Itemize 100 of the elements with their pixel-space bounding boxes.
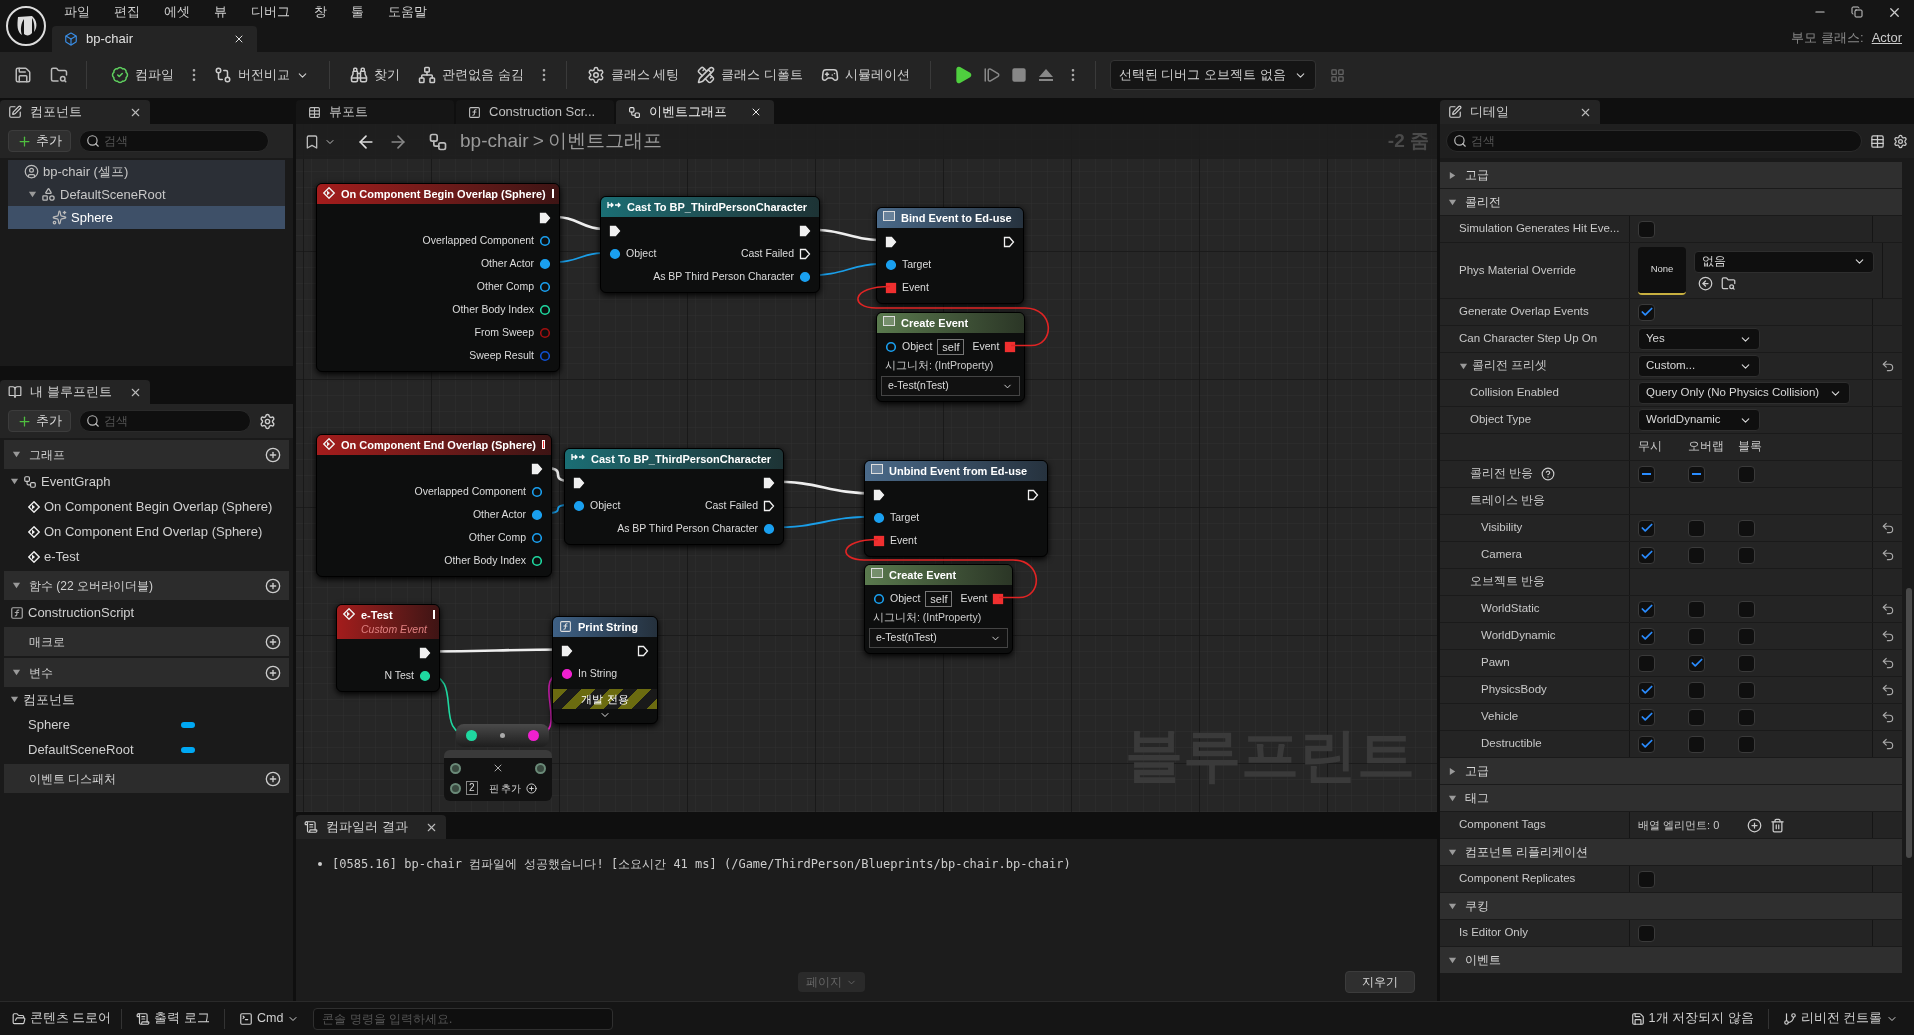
cmd-button[interactable]: Cmd (230, 1009, 308, 1028)
menu-item[interactable]: 뷰 (202, 2, 239, 22)
property-label: Collision Enabled (1470, 385, 1559, 401)
toolbar-button[interactable]: 클래스 세팅 (580, 59, 686, 91)
document-tab[interactable]: bp-chair (52, 26, 257, 52)
menu-item[interactable]: 디버그 (239, 2, 302, 22)
section-header[interactable]: 매크로 (4, 627, 289, 656)
pin-label: Target (902, 256, 932, 272)
panel-tab[interactable]: 디테일 (1440, 100, 1600, 124)
dropdown[interactable]: Query Only (No Physics Collision) (1638, 382, 1850, 404)
dropdown[interactable]: 없음 (1694, 250, 1874, 273)
make-array-node[interactable]: 2 핀 추가 (444, 750, 552, 801)
graph-node[interactable]: Unbind Event from Ed-use Target Event (864, 460, 1048, 557)
toolbar-button[interactable]: 관련없음 숨김 (412, 59, 530, 91)
category-header[interactable]: 고급 (1440, 758, 1902, 785)
index-field[interactable]: 2 (466, 781, 478, 795)
blueprint-item[interactable]: Sphere (4, 712, 289, 737)
revision-control-button[interactable]: 리비전 컨트롤 (1774, 1009, 1906, 1028)
pin-label: Other Comp (468, 529, 526, 545)
graph-node[interactable]: Create Event Object self Event 시그니처: (IntProperty) e-Test(nTest) (876, 312, 1025, 402)
console-field[interactable]: 콘솔 명령을 입력하세요. (313, 1007, 614, 1030)
menu-item[interactable]: 파일 (52, 2, 102, 22)
menu-item[interactable]: 툴 (339, 2, 376, 22)
blueprint-item[interactable]: ConstructionScript (4, 600, 289, 625)
graph-node[interactable]: Cast To BP_ThirdPersonCharacter Object Cast Failed As BP Third Person Character (600, 196, 820, 293)
material-thumbnail[interactable]: None (1638, 246, 1686, 295)
graph-node[interactable]: Create Event Object self Event 시그니처: (IntProperty) e-Test(nTest) (864, 564, 1013, 654)
panel-tab[interactable]: 컴포넌트 (0, 100, 150, 124)
blueprint-item[interactable]: On Component End Overlap (Sphere) (4, 519, 289, 544)
parent-class-link[interactable]: Actor (1871, 28, 1902, 48)
dropdown[interactable]: WorldDynamic (1638, 409, 1760, 431)
unsaved-button[interactable]: 1개 저장되지 않음 (1622, 1009, 1762, 1028)
tree-item[interactable]: DefaultSceneRoot (8, 183, 285, 206)
pin-label: Object (626, 245, 657, 261)
blueprint-item[interactable]: EventGraph (4, 469, 289, 494)
search-field[interactable]: 검색 (79, 410, 251, 432)
menu-item[interactable]: 도움말 (376, 2, 439, 22)
graph-node[interactable]: Print String In String 개발 전용 (552, 616, 658, 724)
menu-item[interactable]: 창 (302, 2, 339, 22)
toolbar-button[interactable]: 컴파일 (105, 59, 180, 91)
category-header[interactable]: 컴포넌트 리플리케이션 (1440, 839, 1902, 866)
section-header[interactable]: 이벤트 디스패처 (4, 764, 289, 793)
pin-value-field[interactable]: self (937, 338, 965, 355)
blueprint-item[interactable]: On Component Begin Overlap (Sphere) (4, 494, 289, 519)
breadcrumb-current: 이벤트그래프 (547, 129, 662, 154)
tree-item[interactable]: Sphere (8, 206, 285, 229)
pin-label: Target (890, 509, 920, 525)
menu-item[interactable]: 편집 (102, 2, 152, 22)
signature-label: 시그니처: (IntProperty) (872, 610, 983, 625)
panel-tab[interactable]: 컴파일러 결과 (296, 815, 446, 839)
property-label: Simulation Generates Hit Eve... (1459, 221, 1620, 237)
pin-label: Object (890, 590, 921, 606)
panel-tab[interactable]: 내 블루프린트 (0, 380, 150, 404)
graph-node[interactable]: On Component Begin Overlap (Sphere) Overlapped Component Other Actor Other Comp Other Body Index From Sweep Sweep Result (316, 183, 560, 372)
search-field[interactable]: 검색 (1446, 130, 1862, 152)
dropdown[interactable]: Yes (1638, 328, 1760, 350)
node-title: Cast To BP_ThirdPersonCharacter (627, 200, 809, 214)
array-count: 배열 엘리먼트: 0 (1638, 817, 1720, 833)
node-title: On Component End Overlap (Sphere) (341, 438, 536, 452)
menu-item[interactable]: 에셋 (152, 2, 202, 22)
category-header[interactable]: 쿠킹 (1440, 893, 1902, 920)
property-label: 트레이스 반응 (1470, 493, 1546, 509)
function-dropdown[interactable]: e-Test(nTest) (869, 628, 1008, 648)
search-field[interactable]: 검색 (79, 130, 269, 152)
category-header[interactable]: 콜리전 (1440, 189, 1902, 216)
tree-item[interactable]: bp-chair (셀프) (8, 160, 285, 183)
blueprint-item[interactable]: DefaultSceneRoot (4, 737, 289, 762)
toolbar-button[interactable]: 클래스 디폴트 (691, 59, 809, 91)
blueprint-item[interactable]: e-Test (4, 544, 289, 569)
category-header[interactable]: 고급 (1440, 162, 1902, 189)
toolbar-button[interactable]: 버전비교 (208, 59, 315, 91)
dropdown[interactable]: Custom... (1638, 355, 1760, 377)
section-header[interactable]: 변수 (4, 658, 289, 687)
graph-tab[interactable]: Construction Scr... (456, 100, 614, 124)
content-drawer-button[interactable]: 콘텐츠 드로어 (8, 1009, 116, 1028)
section-header[interactable]: 그래프 (4, 440, 289, 469)
function-dropdown[interactable]: e-Test(nTest) (881, 376, 1020, 396)
section-header[interactable]: 함수 (22 오버라이더블) (4, 571, 289, 600)
debug-object-dropdown[interactable]: 선택된 디버그 오브젝트 없음 (1109, 60, 1316, 90)
property-label: PhysicsBody (1481, 682, 1547, 698)
graph-tab[interactable]: 뷰포트 (296, 100, 454, 124)
pin-label: As BP Third Person Character (653, 268, 794, 284)
output-log-button[interactable]: 출력 로그 (128, 1009, 218, 1028)
category-header[interactable]: 태그 (1440, 785, 1902, 812)
graph-node[interactable]: Cast To BP_ThirdPersonCharacter Object Cast Failed As BP Third Person Character (564, 448, 784, 545)
toolbar-button[interactable]: 찾기 (344, 59, 406, 91)
graph-node[interactable]: On Component End Overlap (Sphere) Overlapped Component Other Actor Other Comp Other Body Index (316, 434, 552, 577)
toolbar-button[interactable]: 시뮬레이션 (814, 59, 916, 91)
category-row: 컴포넌트 (4, 687, 289, 712)
graph-node[interactable]: Bind Event to Ed-use Target Event (876, 207, 1024, 304)
property-label: Destructible (1481, 736, 1542, 752)
add-button[interactable]: 추가 (8, 410, 71, 432)
clear-button[interactable]: 지우기 (1345, 971, 1415, 993)
add-button[interactable]: 추가 (8, 130, 71, 152)
graph-node[interactable]: e-Test Custom Event N Test (336, 604, 440, 692)
pin-value-field[interactable]: self (925, 590, 953, 607)
breadcrumb-link[interactable]: bp-chair (460, 127, 529, 156)
pin-label: Other Body Index (452, 301, 534, 317)
graph-tab[interactable]: 이벤트그래프 (616, 100, 774, 124)
category-header[interactable]: 이벤트 (1440, 947, 1902, 974)
